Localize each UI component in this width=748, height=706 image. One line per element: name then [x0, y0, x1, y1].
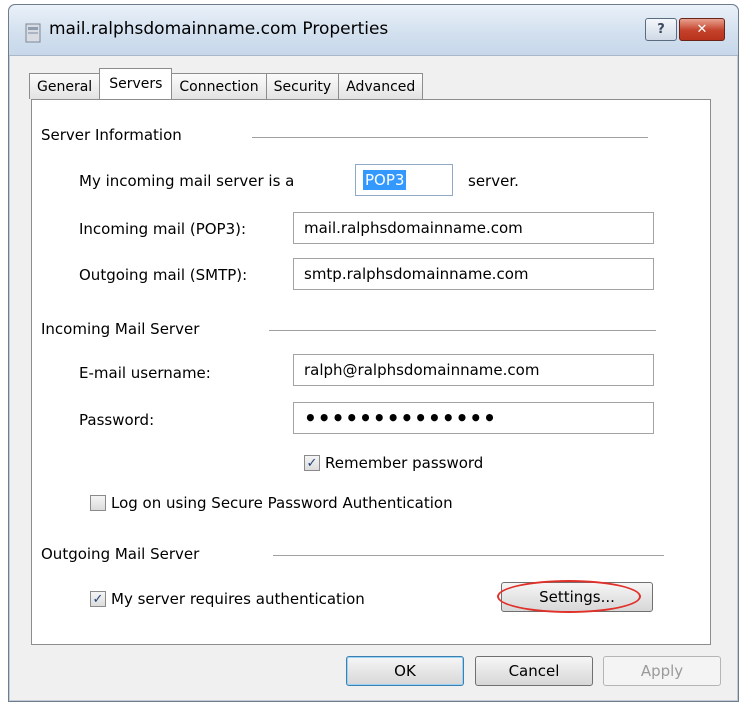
incoming-server-type-field: POP3 — [355, 164, 453, 196]
incoming-type-label: My incoming mail server is a — [79, 172, 295, 190]
outgoing-mail-server-heading: Outgoing Mail Server — [41, 545, 200, 563]
tab-servers[interactable]: Servers — [99, 68, 173, 99]
outgoing-mail-field[interactable]: smtp.ralphsdomainname.com — [293, 258, 654, 290]
apply-button[interactable]: Apply — [603, 656, 721, 686]
divider — [252, 137, 648, 138]
close-button[interactable]: ✕ — [679, 18, 725, 41]
settings-button[interactable]: Settings... — [501, 582, 653, 612]
incoming-mail-field[interactable]: mail.ralphsdomainname.com — [293, 212, 654, 244]
spa-checkbox[interactable] — [90, 495, 106, 511]
tab-connection[interactable]: Connection — [171, 73, 267, 99]
server-information-heading: Server Information — [41, 126, 182, 144]
ok-button[interactable]: OK — [346, 656, 464, 686]
divider — [273, 555, 664, 556]
tab-security[interactable]: Security — [265, 73, 340, 99]
remember-password-checkbox[interactable]: ✓ — [304, 455, 320, 471]
divider — [269, 330, 656, 331]
cancel-button[interactable]: Cancel — [475, 656, 593, 686]
account-icon — [25, 23, 41, 43]
tab-strip: General Servers Connection Security Adva… — [29, 68, 424, 99]
spa-label: Log on using Secure Password Authenticat… — [111, 494, 453, 512]
password-label: Password: — [79, 411, 155, 429]
requires-auth-label: My server requires authentication — [111, 590, 365, 608]
window-title: mail.ralphsdomainname.com Properties — [49, 19, 389, 39]
outgoing-mail-label: Outgoing mail (SMTP): — [79, 266, 248, 284]
incoming-type-suffix: server. — [468, 172, 519, 190]
title-bar[interactable]: mail.ralphsdomainname.com Properties ? ✕ — [9, 5, 738, 56]
servers-panel: Server Information My incoming mail serv… — [31, 99, 711, 645]
password-field[interactable]: •••••••••••••• — [293, 402, 654, 434]
properties-dialog: mail.ralphsdomainname.com Properties ? ✕… — [8, 4, 739, 702]
incoming-server-type-value: POP3 — [363, 170, 407, 190]
remember-password-label: Remember password — [325, 454, 484, 472]
help-button[interactable]: ? — [645, 18, 677, 41]
incoming-mail-server-heading: Incoming Mail Server — [41, 320, 200, 338]
tab-general[interactable]: General — [29, 73, 101, 99]
username-label: E-mail username: — [79, 364, 211, 382]
username-field[interactable]: ralph@ralphsdomainname.com — [293, 354, 654, 386]
requires-auth-checkbox[interactable]: ✓ — [90, 591, 106, 607]
tab-advanced[interactable]: Advanced — [338, 73, 424, 99]
incoming-mail-label: Incoming mail (POP3): — [79, 220, 247, 238]
